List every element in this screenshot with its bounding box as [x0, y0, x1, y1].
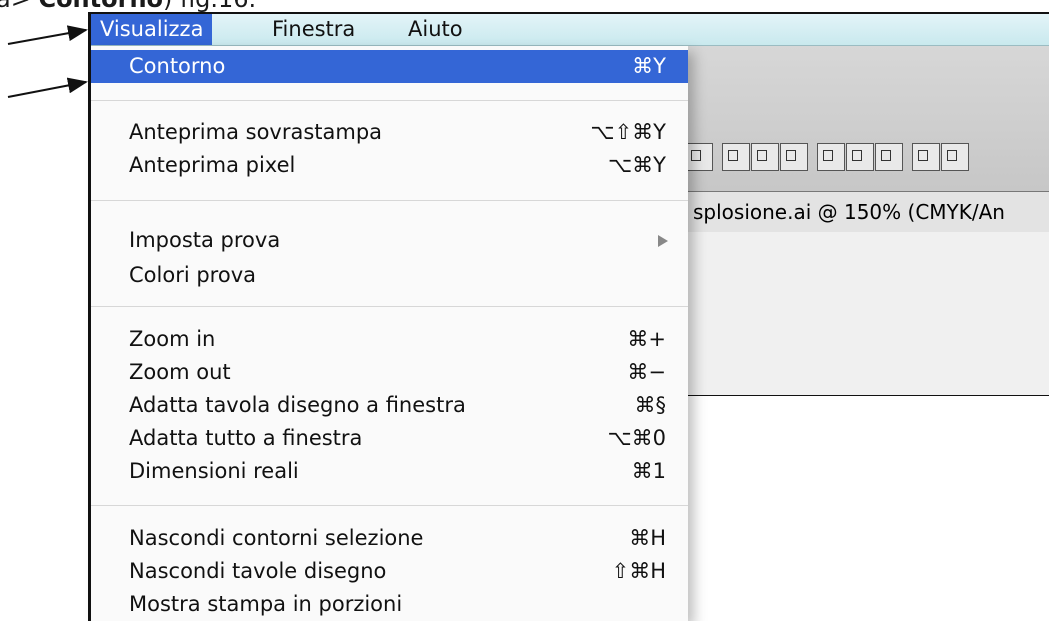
- visualizza-dropdown: Contorno ⌘Y Anteprima sovrastampa ⌥⇧⌘Y A…: [91, 46, 688, 621]
- distribute-hcenter-icon[interactable]: [941, 143, 969, 171]
- menu-finestra[interactable]: Finestra: [263, 14, 364, 45]
- document-tab[interactable]: splosione.ai @ 150% (CMYK/An: [685, 191, 1049, 233]
- menu-item-label: Mostra stampa in porzioni: [129, 592, 403, 616]
- menu-item-shortcut: ⌥⌘0: [607, 426, 666, 450]
- menu-item-label: Adatta tavola disegno a finestra: [129, 393, 466, 417]
- menu-item-shortcut: ⌥⌘Y: [607, 153, 666, 177]
- menu-item-shortcut: ⌘+: [627, 327, 666, 351]
- menu-item-label: Colori prova: [129, 263, 256, 287]
- menu-separator: [91, 100, 688, 101]
- align-top-icon[interactable]: [722, 143, 750, 171]
- menu-item-zoom-in[interactable]: Zoom in ⌘+: [91, 323, 688, 356]
- align-bottom-icon[interactable]: [780, 143, 808, 171]
- menu-item-shortcut: ⌘§: [634, 393, 667, 417]
- menu-item-shortcut: ⌘−: [627, 360, 666, 384]
- menu-item-shortcut: ⇧⌘H: [611, 559, 666, 583]
- menu-item-label: Anteprima pixel: [129, 153, 296, 177]
- menu-separator: [91, 306, 688, 307]
- distribute-left-icon[interactable]: [912, 143, 940, 171]
- align-controls: [685, 143, 970, 183]
- menu-item-label: Zoom out: [129, 360, 231, 384]
- menu-item-label: Dimensioni reali: [129, 459, 299, 483]
- menu-item-anteprima-pixel[interactable]: Anteprima pixel ⌥⌘Y: [91, 149, 688, 182]
- menu-item-label: Nascondi tavole disegno: [129, 559, 387, 583]
- distribute-bottom-icon[interactable]: [875, 143, 903, 171]
- menu-visualizza[interactable]: Visualizza: [91, 14, 213, 45]
- menu-item-nascondi-contorni[interactable]: Nascondi contorni selezione ⌘H: [91, 522, 688, 555]
- menu-item-shortcut: ⌥⇧⌘Y: [590, 120, 666, 144]
- app-window: Visualizza Finestra Aiuto splosione.ai @…: [88, 12, 1049, 621]
- arrow-to-visualizza: [7, 25, 88, 45]
- menu-item-colori-prova[interactable]: Colori prova: [91, 259, 688, 292]
- document-tab-title: splosione.ai @ 150% (CMYK/An: [693, 200, 1005, 224]
- align-icon[interactable]: [685, 143, 713, 171]
- submenu-arrow-icon: [658, 235, 668, 247]
- menu-aiuto[interactable]: Aiuto: [399, 14, 472, 45]
- menu-item-label: Adatta tutto a finestra: [129, 426, 363, 450]
- menu-item-shortcut: ⌘1: [631, 459, 666, 483]
- canvas-area: [685, 396, 1049, 621]
- menu-item-mostra-stampa[interactable]: Mostra stampa in porzioni: [91, 588, 688, 621]
- annotation-arrows: [7, 25, 88, 98]
- menu-item-shortcut: ⌘Y: [632, 54, 666, 78]
- distribute-top-icon[interactable]: [817, 143, 845, 171]
- menu-separator: [91, 505, 688, 506]
- align-vcenter-icon[interactable]: [751, 143, 779, 171]
- menu-item-label: Nascondi contorni selezione: [129, 526, 424, 550]
- artboard-canvas[interactable]: [685, 232, 1049, 396]
- menu-item-contorno[interactable]: Contorno ⌘Y: [91, 50, 688, 83]
- menu-item-adatta-tavola[interactable]: Adatta tavola disegno a finestra ⌘§: [91, 389, 688, 422]
- menu-item-adatta-tutto[interactable]: Adatta tutto a finestra ⌥⌘0: [91, 422, 688, 455]
- menu-item-label: Imposta prova: [129, 228, 281, 252]
- menubar: Visualizza Finestra Aiuto: [91, 14, 1049, 46]
- menu-item-zoom-out[interactable]: Zoom out ⌘−: [91, 356, 688, 389]
- menu-item-shortcut: ⌘H: [629, 526, 666, 550]
- menu-item-label: Zoom in: [129, 327, 216, 351]
- menu-item-anteprima-sovrastampa[interactable]: Anteprima sovrastampa ⌥⇧⌘Y: [91, 116, 688, 149]
- menu-item-label: Contorno: [129, 54, 226, 78]
- arrow-to-contorno: [7, 77, 88, 98]
- distribute-vcenter-icon[interactable]: [846, 143, 874, 171]
- menu-item-nascondi-tavole[interactable]: Nascondi tavole disegno ⇧⌘H: [91, 555, 688, 588]
- menu-separator: [91, 200, 688, 201]
- menu-item-label: Anteprima sovrastampa: [129, 120, 383, 144]
- menu-item-dimensioni-reali[interactable]: Dimensioni reali ⌘1: [91, 455, 688, 488]
- menu-item-imposta-prova[interactable]: Imposta prova: [91, 224, 688, 257]
